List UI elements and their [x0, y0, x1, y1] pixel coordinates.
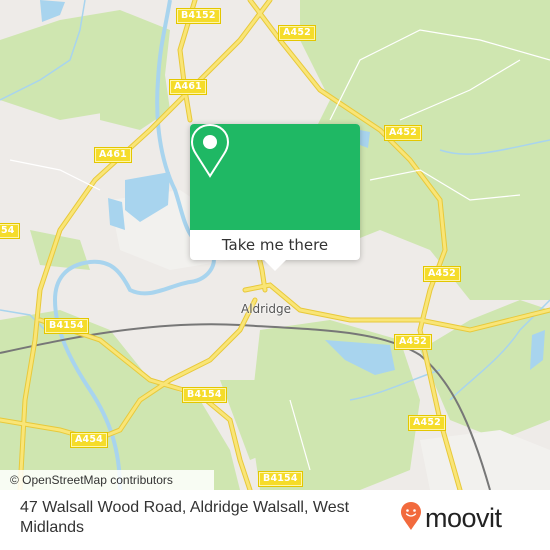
- popup-header: [190, 124, 360, 230]
- moovit-wordmark: moovit: [425, 502, 502, 533]
- map-attribution[interactable]: © OpenStreetMap contributors: [0, 470, 214, 490]
- road-label-b4154: 54: [0, 224, 19, 238]
- moovit-logo[interactable]: moovit: [400, 500, 502, 536]
- footer: 47 Walsall Wood Road, Aldridge Walsall, …: [0, 490, 550, 550]
- road-label-a452: A452: [395, 335, 431, 349]
- road-label-a452: A452: [409, 416, 445, 430]
- road-label-a452: A452: [424, 267, 460, 281]
- map-view[interactable]: B4152 A452 A461 A452 A461 54 A452 B4154 …: [0, 0, 550, 490]
- road-label-a461: A461: [170, 80, 206, 94]
- address-text: 47 Walsall Wood Road, Aldridge Walsall, …: [20, 499, 350, 536]
- road-label-a461: A461: [95, 148, 131, 162]
- road-label-b4154: B4154: [45, 319, 88, 333]
- road-label-b4154: B4154: [259, 472, 302, 486]
- road-label-b4152: B4152: [177, 9, 220, 23]
- road-label-a454: A454: [71, 433, 107, 447]
- road-label-a452: A452: [385, 126, 421, 140]
- road-label-a452: A452: [279, 26, 315, 40]
- moovit-pin-icon: [400, 501, 422, 535]
- popup-pointer: [264, 260, 286, 271]
- location-popup: Take me there: [190, 124, 360, 271]
- take-me-there-button[interactable]: Take me there: [190, 230, 360, 260]
- road-label-b4154: B4154: [183, 388, 226, 402]
- place-label-aldridge: Aldridge: [241, 302, 292, 316]
